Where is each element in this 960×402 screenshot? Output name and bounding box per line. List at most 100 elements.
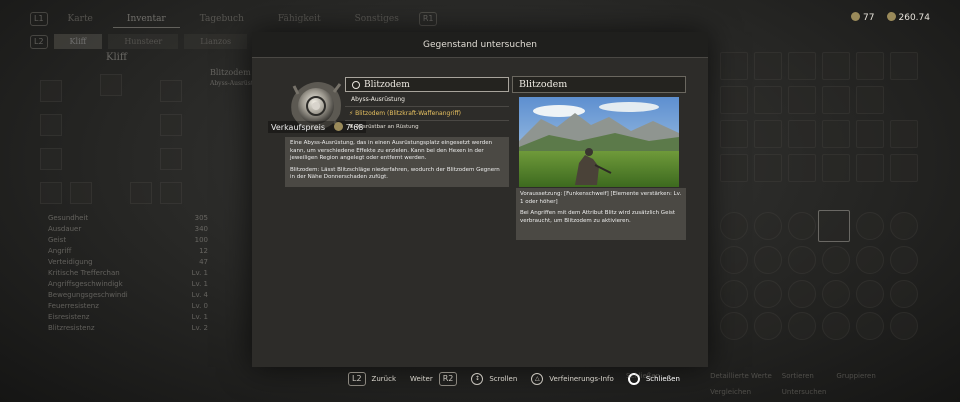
detailed-stats-label: Detaillierte Werte [710,372,772,380]
inventory-slot[interactable] [788,52,816,80]
inventory-grid [720,50,920,340]
back-label[interactable]: Zurück [372,375,396,383]
tab-inventar[interactable]: Inventar [112,11,180,28]
inventory-slot[interactable] [822,52,850,80]
inventory-slot[interactable] [788,280,816,308]
stat-row: Eisresistenz Lv. 1 [48,313,208,321]
inventory-slot[interactable] [822,312,850,340]
equipment-slot[interactable] [40,114,62,136]
equipment-slot[interactable] [40,80,62,102]
inventory-slot[interactable] [856,212,884,240]
skill-preview: Blitzodem [512,76,686,187]
abyss-gear-icon [352,80,360,89]
modal-title: Gegenstand untersuchen [252,32,708,58]
inventory-slot[interactable] [856,246,884,274]
tab-sonstiges[interactable]: Sonstiges [341,11,413,27]
stat-row: Blitzresistenz Lv. 2 [48,324,208,332]
inventory-slot[interactable] [856,120,884,148]
inventory-slot[interactable] [754,280,782,308]
stat-row: Gesundheit 305 [48,214,208,222]
inventory-slot[interactable] [856,86,884,114]
l2-chip[interactable]: L2 [30,34,48,49]
inventory-slot[interactable] [890,212,918,240]
subtab-hunsteer[interactable]: Hunsteer [108,34,179,49]
inventory-slot[interactable] [788,154,816,182]
item-info: Blitzodem Abyss-Ausrüstung ⚡ Blitzodem (… [345,77,509,133]
equipment-slot[interactable] [160,114,182,136]
inventory-slot[interactable] [788,312,816,340]
inventory-slot[interactable] [754,246,782,274]
compare-label: Vergleichen [710,388,752,396]
lightning-icon: ⚡ [349,110,354,117]
requirement-text: Voraussetzung: [Funkenschweif] [Elemente… [520,191,682,205]
inventory-slot[interactable] [754,86,782,114]
inventory-slot[interactable] [788,246,816,274]
tab-faehigkeit[interactable]: Fähigkeit [264,11,335,27]
scroll-label[interactable]: Scrollen [489,375,517,383]
equipment-slot[interactable] [40,182,62,204]
inventory-slot[interactable] [788,86,816,114]
inventory-slot[interactable] [822,154,850,182]
tab-tagebuch[interactable]: Tagebuch [186,11,258,27]
inventory-slot[interactable] [754,154,782,182]
inventory-slot[interactable] [822,120,850,148]
next-label[interactable]: Weiter [410,375,433,383]
inventory-slot[interactable] [856,312,884,340]
inventory-slot[interactable] [890,52,918,80]
inventory-slot[interactable] [720,280,748,308]
item-effect: ⚡ Blitzodem (Blitzkraft-Waffenangriff) [345,106,509,121]
item-name: Blitzodem [364,79,410,90]
inventory-slot[interactable] [754,120,782,148]
tab-karte[interactable]: Karte [54,11,107,27]
inventory-slot[interactable] [856,154,884,182]
equipment-slot[interactable] [160,148,182,170]
inventory-slot[interactable] [754,52,782,80]
inventory-slot[interactable] [788,120,816,148]
item-equip-slot: ♜ Ausrüstbar an Rüstung [349,124,419,130]
inventory-slot-selected[interactable] [818,210,850,242]
inventory-slot[interactable] [788,212,816,240]
group-label: Gruppieren [836,372,876,380]
inventory-slot[interactable] [822,280,850,308]
inventory-slot[interactable] [720,52,748,80]
inventory-slot[interactable] [890,280,918,308]
r2-chip[interactable]: R2 [438,372,458,386]
inventory-slot[interactable] [822,86,850,114]
top-nav: L1 Karte Inventar Tagebuch Fähigkeit Son… [30,8,438,30]
preview-title: Blitzodem [512,76,686,93]
inventory-slot[interactable] [890,120,918,148]
inventory-slot[interactable] [890,246,918,274]
coin-icon [333,122,343,131]
inventory-slot[interactable] [890,154,918,182]
refine-info-label[interactable]: Verfeinerungs-Info [549,375,614,383]
l1-chip[interactable]: L1 [30,12,48,26]
equipment-slot[interactable] [160,80,182,102]
inventory-slot[interactable] [720,312,748,340]
equipment-slot[interactable] [40,148,62,170]
l2-chip[interactable]: L2 [348,372,366,386]
inventory-slot[interactable] [754,212,782,240]
inventory-slot[interactable] [754,312,782,340]
faded-controls-col: Sortieren Untersuchen [782,372,827,396]
faded-controls-col: Gruppieren [836,372,875,396]
inventory-slot[interactable] [720,120,748,148]
inventory-slot[interactable] [720,246,748,274]
coin-icon [886,12,896,21]
equipment-slot[interactable] [100,74,122,96]
inventory-slot[interactable] [856,52,884,80]
inventory-slot[interactable] [720,154,748,182]
inventory-slot[interactable] [720,212,748,240]
inventory-slot[interactable] [890,312,918,340]
equipment-slot[interactable] [160,182,182,204]
inventory-slot[interactable] [856,280,884,308]
money-count: 260.74 [886,12,930,23]
subtab-kliff[interactable]: Kliff [53,34,103,49]
equipment-slot[interactable] [70,182,92,204]
subtab-lianzos[interactable]: Lianzos [184,34,248,49]
inventory-slot[interactable] [720,86,748,114]
stat-row: Angriff 12 [48,247,208,255]
r1-chip[interactable]: R1 [418,12,438,26]
inventory-slot[interactable] [822,246,850,274]
equipment-slot[interactable] [130,182,152,204]
stat-row: Kritische Trefferchan Lv. 1 [48,269,208,277]
